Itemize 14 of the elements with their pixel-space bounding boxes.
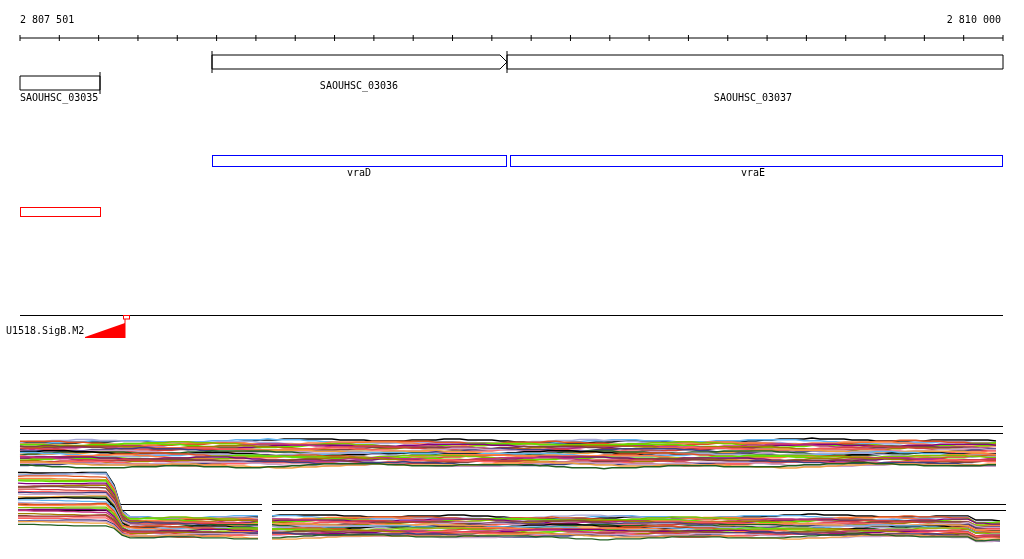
operon-box[interactable] xyxy=(510,155,1003,167)
operon-label: vraD xyxy=(346,167,372,178)
position-label: 2 810 000 xyxy=(946,14,1001,25)
gene-label: SAOUHSC_03036 xyxy=(319,80,399,91)
gene-arrow[interactable] xyxy=(211,50,508,74)
operon-box[interactable] xyxy=(212,155,507,167)
gene-label: SAOUHSC_03035 xyxy=(20,92,99,103)
gene-box[interactable] xyxy=(19,71,101,95)
motif-label: U1518.SigB.M2 xyxy=(6,325,85,336)
gene-label: SAOUHSC_03037 xyxy=(713,92,793,103)
motif-logo-drawing xyxy=(85,315,130,339)
operon-label: vraE xyxy=(740,167,766,178)
feature-box[interactable] xyxy=(20,207,101,217)
position-label: 2 807 501 xyxy=(20,14,75,25)
